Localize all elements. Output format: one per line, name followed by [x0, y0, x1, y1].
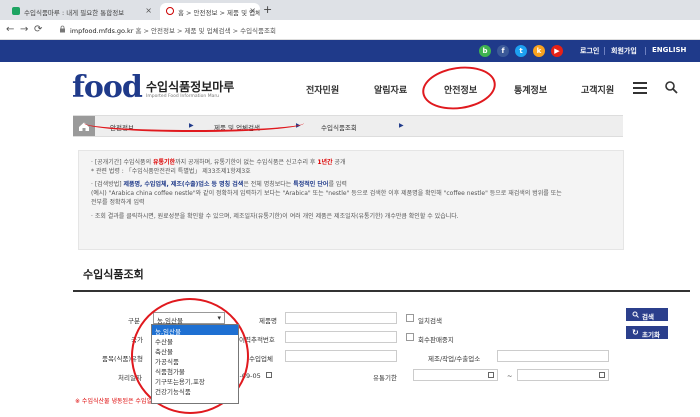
- kakao-icon[interactable]: k: [533, 45, 545, 57]
- info-line: (예시) "Arabica china coffee nestle"와 같이 정…: [91, 190, 562, 197]
- category-option[interactable]: 가공식품: [152, 355, 238, 366]
- info-line: · [검색방법] 제품명, 수입업체, 제조(수출)업소 등 명칭 검색은 전체…: [91, 181, 347, 188]
- blog-icon[interactable]: b: [479, 45, 491, 57]
- close-tab-icon[interactable]: ×: [145, 6, 152, 15]
- tab-label: 홈 > 안전정보 > 제품 및 업체조: [178, 9, 260, 17]
- maker-label: 제조/작업/수출업소: [428, 355, 481, 363]
- favicon-icon: [166, 7, 174, 15]
- section-title: 수입식품조회: [83, 268, 144, 281]
- facebook-icon[interactable]: f: [497, 45, 509, 57]
- category-label: 구분: [128, 317, 140, 325]
- recall-label: 회수판매중지: [418, 336, 454, 344]
- search-button-label: 검색: [642, 313, 654, 321]
- youtube-icon[interactable]: ▶: [551, 45, 563, 57]
- maker-input[interactable]: [497, 350, 609, 362]
- category-option[interactable]: 건강기능식품: [152, 385, 238, 396]
- range-separator: ~: [507, 372, 513, 380]
- browser-tab-bar: 수입식품마루 : 내게 필요한 통합정보 × 홈 > 안전정보 > 제품 및 업…: [0, 0, 700, 20]
- nav-notice[interactable]: 알림자료: [374, 83, 407, 96]
- browser-tab[interactable]: 수입식품마루 : 내게 필요한 통합정보 ×: [6, 3, 156, 20]
- importer-label: 수입업체: [249, 355, 273, 363]
- refresh-icon: ↻: [632, 328, 639, 337]
- search-button[interactable]: 검색: [626, 308, 668, 321]
- expiry-label: 유통기한: [373, 374, 397, 382]
- search-icon[interactable]: [664, 80, 678, 94]
- new-tab-button[interactable]: +: [263, 3, 272, 16]
- lock-icon: [60, 25, 65, 33]
- forward-icon[interactable]: →: [20, 24, 28, 35]
- login-link[interactable]: 로그인: [580, 46, 599, 56]
- trace-number-input[interactable]: [285, 331, 397, 343]
- url-field[interactable]: impfood.mfds.go.kr 홈 > 안전정보 > 제품 및 업체검색 …: [70, 25, 276, 35]
- site-logo[interactable]: food: [72, 70, 143, 105]
- back-icon[interactable]: ←: [6, 24, 14, 35]
- category-option[interactable]: 수산물: [152, 335, 238, 346]
- info-line: · [공개기간] 수입식품의 유통기한까지 공개하며, 유통기한이 없는 수입식…: [91, 159, 346, 166]
- site-title[interactable]: 수입식품정보마루: [146, 78, 234, 95]
- chevron-right-icon[interactable]: ▶: [399, 122, 404, 129]
- close-tab-icon[interactable]: ×: [249, 6, 256, 15]
- search-icon: [632, 311, 639, 318]
- exact-match-checkbox[interactable]: [406, 314, 414, 322]
- tab-label: 수입식품마루 : 내게 필요한 통합정보: [24, 9, 125, 17]
- category-dropdown[interactable]: 농,임산물 수산물 축산물 가공식품 식품첨가물 기구또는용기,포장 건강기능식…: [151, 324, 239, 404]
- recall-checkbox[interactable]: [406, 333, 414, 341]
- reset-button-label: 초기화: [642, 331, 660, 339]
- category-option[interactable]: 식품첨가물: [152, 365, 238, 376]
- join-link[interactable]: 회원가입: [611, 46, 637, 56]
- info-line: · 조회 결과를 클릭하시면, 원료성분을 확인할 수 있으며, 제조일자(유통…: [91, 213, 459, 220]
- site-header: food 수입식품정보마루 Imported Food Information …: [0, 62, 700, 114]
- reload-icon[interactable]: ⟳: [34, 24, 42, 35]
- menu-icon[interactable]: [633, 82, 647, 97]
- expiry-from-input[interactable]: [413, 369, 498, 381]
- site-subtitle: Imported Food Information Maru: [146, 94, 220, 99]
- divider: [604, 47, 605, 55]
- annotation-underline: [84, 114, 304, 132]
- nav-customer-support[interactable]: 고객지원: [581, 83, 614, 96]
- favicon-icon: [12, 7, 20, 15]
- info-box: · [공개기간] 수입식품의 유통기한까지 공개하며, 유통기한이 없는 수입식…: [78, 150, 624, 250]
- nav-statistics[interactable]: 통계정보: [514, 83, 547, 96]
- info-line: * 관련 법령 : 「수입식품안전관리 특별법」 제33조제1항제3호: [91, 168, 251, 175]
- expiry-to-input[interactable]: [517, 369, 609, 381]
- category-option[interactable]: 축산물: [152, 345, 238, 356]
- calendar-icon[interactable]: [266, 372, 272, 378]
- importer-input[interactable]: [285, 350, 397, 362]
- utility-bar: b f t k ▶ 로그인 회원가입 ENGLISH: [0, 40, 700, 62]
- product-name-input[interactable]: [285, 312, 397, 324]
- reset-button[interactable]: ↻ 초기화: [626, 326, 668, 339]
- nav-e-petition[interactable]: 전자민원: [306, 83, 339, 96]
- product-name-label: 제품명: [259, 317, 277, 325]
- browser-tab-active[interactable]: 홈 > 안전정보 > 제품 및 업체조 ×: [160, 3, 260, 20]
- calendar-icon[interactable]: [599, 372, 605, 378]
- info-line: 전부를 정확하게 입력: [91, 199, 145, 206]
- divider: [73, 290, 690, 292]
- calendar-icon[interactable]: [488, 372, 494, 378]
- twitter-icon[interactable]: t: [515, 45, 527, 57]
- breadcrumb-imported-food[interactable]: 수입식품조회: [321, 122, 357, 132]
- english-link[interactable]: ENGLISH: [652, 46, 686, 54]
- divider: [645, 47, 646, 55]
- category-option[interactable]: 농,임산물: [152, 325, 238, 336]
- category-option[interactable]: 기구또는용기,포장: [152, 375, 238, 386]
- address-bar: ← → ⟳ impfood.mfds.go.kr 홈 > 안전정보 > 제품 및…: [0, 20, 700, 40]
- exact-match-label: 일치검색: [418, 317, 442, 325]
